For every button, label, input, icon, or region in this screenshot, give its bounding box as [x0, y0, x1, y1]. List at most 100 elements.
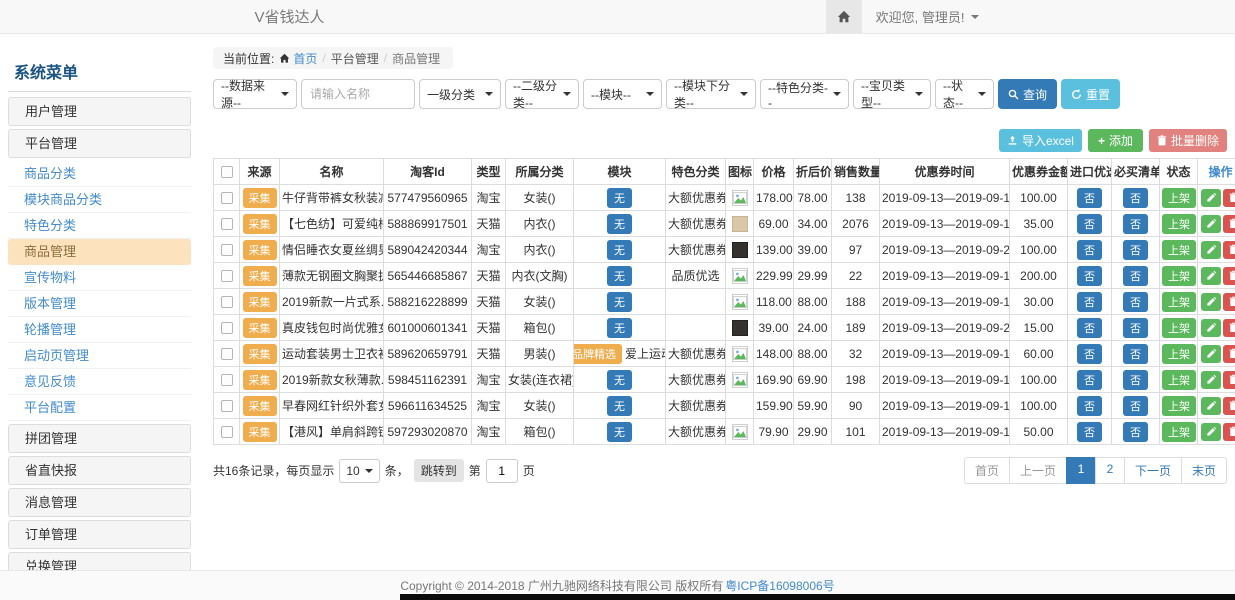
edit-button[interactable] [1201, 319, 1221, 337]
user-menu[interactable]: 欢迎您, 管理员! [862, 0, 993, 33]
filter-select[interactable]: --数据来源-- [213, 79, 297, 109]
must-buy-toggle[interactable]: 否 [1123, 188, 1148, 208]
select-all-checkbox[interactable] [221, 166, 233, 178]
must-buy-toggle[interactable]: 否 [1123, 292, 1148, 312]
query-button[interactable]: 查询 [998, 79, 1057, 109]
import-select-toggle[interactable]: 否 [1077, 370, 1102, 390]
must-buy-toggle[interactable]: 否 [1123, 344, 1148, 364]
filter-select[interactable]: --模块下分类-- [666, 79, 756, 109]
breadcrumb-home-link[interactable]: 首页 [279, 50, 317, 67]
delete-button[interactable] [1223, 241, 1235, 259]
icp-link[interactable]: 粤ICP备16098006号 [725, 577, 834, 594]
edit-button[interactable] [1201, 215, 1221, 233]
delete-button[interactable] [1223, 397, 1235, 415]
edit-button[interactable] [1201, 423, 1221, 441]
status-button[interactable]: 上架 [1162, 266, 1196, 286]
status-button[interactable]: 上架 [1162, 214, 1196, 234]
must-buy-toggle[interactable]: 否 [1123, 214, 1148, 234]
row-checkbox[interactable] [221, 400, 233, 412]
import-excel-button[interactable]: 导入excel [999, 129, 1082, 152]
must-buy-toggle[interactable]: 否 [1123, 422, 1148, 442]
edit-button[interactable] [1201, 371, 1221, 389]
row-checkbox[interactable] [221, 426, 233, 438]
status-button[interactable]: 上架 [1162, 240, 1196, 260]
status-button[interactable]: 上架 [1162, 188, 1196, 208]
must-buy-toggle[interactable]: 否 [1123, 266, 1148, 286]
page-button[interactable]: 1 [1066, 457, 1096, 484]
sidebar-subitem[interactable]: 平台配置 [8, 395, 191, 421]
sidebar-section[interactable]: 省直快报 [8, 456, 191, 485]
filter-select[interactable]: --状态-- [935, 79, 994, 109]
row-checkbox[interactable] [221, 348, 233, 360]
must-buy-toggle[interactable]: 否 [1123, 318, 1148, 338]
filter-select[interactable]: --二级分类-- [505, 79, 579, 109]
name-search-input[interactable] [301, 79, 415, 109]
filter-select[interactable]: --宝贝类型-- [853, 79, 931, 109]
sidebar-section[interactable]: 消息管理 [8, 488, 191, 517]
sidebar-subitem[interactable]: 启动页管理 [8, 343, 191, 369]
row-checkbox[interactable] [221, 322, 233, 334]
import-select-toggle[interactable]: 否 [1077, 318, 1102, 338]
status-button[interactable]: 上架 [1162, 292, 1196, 312]
edit-button[interactable] [1201, 189, 1221, 207]
delete-button[interactable] [1223, 423, 1235, 441]
import-select-toggle[interactable]: 否 [1077, 266, 1102, 286]
status-button[interactable]: 上架 [1162, 318, 1196, 338]
import-select-toggle[interactable]: 否 [1077, 188, 1102, 208]
import-select-toggle[interactable]: 否 [1077, 292, 1102, 312]
sidebar-section[interactable]: 订单管理 [8, 520, 191, 549]
delete-button[interactable] [1223, 189, 1235, 207]
delete-button[interactable] [1223, 293, 1235, 311]
delete-button[interactable] [1223, 371, 1235, 389]
jump-page-input[interactable] [486, 459, 518, 483]
status-button[interactable]: 上架 [1162, 396, 1196, 416]
page-button[interactable]: 2 [1095, 457, 1125, 484]
row-checkbox[interactable] [221, 374, 233, 386]
row-checkbox[interactable] [221, 192, 233, 204]
page-button[interactable]: 下一页 [1124, 457, 1182, 484]
sidebar-subitem[interactable]: 意见反馈 [8, 369, 191, 395]
import-select-toggle[interactable]: 否 [1077, 396, 1102, 416]
home-nav-button[interactable] [826, 0, 862, 33]
edit-button[interactable] [1201, 397, 1221, 415]
edit-button[interactable] [1201, 267, 1221, 285]
sidebar-section[interactable]: 兑换管理 [8, 552, 191, 570]
page-button[interactable]: 末页 [1181, 457, 1227, 484]
row-checkbox[interactable] [221, 270, 233, 282]
must-buy-toggle[interactable]: 否 [1123, 240, 1148, 260]
sidebar-subitem[interactable]: 特色分类 [8, 213, 191, 239]
sidebar-section-users[interactable]: 用户管理 [8, 97, 191, 126]
delete-button[interactable] [1223, 267, 1235, 285]
sidebar-section[interactable]: 拼团管理 [8, 424, 191, 453]
import-select-toggle[interactable]: 否 [1077, 240, 1102, 260]
row-checkbox[interactable] [221, 296, 233, 308]
import-select-toggle[interactable]: 否 [1077, 422, 1102, 442]
must-buy-toggle[interactable]: 否 [1123, 396, 1148, 416]
jump-to-button[interactable]: 跳转到 [414, 459, 464, 482]
delete-button[interactable] [1223, 215, 1235, 233]
delete-button[interactable] [1223, 345, 1235, 363]
filter-select[interactable]: --模块-- [583, 79, 662, 109]
sidebar-subitem[interactable]: 版本管理 [8, 291, 191, 317]
edit-button[interactable] [1201, 293, 1221, 311]
filter-select[interactable]: 一级分类 [419, 79, 501, 109]
reset-button[interactable]: 重置 [1061, 79, 1120, 109]
import-select-toggle[interactable]: 否 [1077, 214, 1102, 234]
batch-delete-button[interactable]: 批量删除 [1149, 129, 1227, 152]
delete-button[interactable] [1223, 319, 1235, 337]
sidebar-subitem[interactable]: 商品分类 [8, 161, 191, 187]
status-button[interactable]: 上架 [1162, 344, 1196, 364]
add-button[interactable]: + 添加 [1088, 129, 1143, 152]
sidebar-subitem[interactable]: 宣传物料 [8, 265, 191, 291]
page-button[interactable]: 首页 [964, 457, 1010, 484]
import-select-toggle[interactable]: 否 [1077, 344, 1102, 364]
status-button[interactable]: 上架 [1162, 422, 1196, 442]
row-checkbox[interactable] [221, 218, 233, 230]
status-button[interactable]: 上架 [1162, 370, 1196, 390]
edit-button[interactable] [1201, 345, 1221, 363]
per-page-select[interactable]: 10 [339, 459, 379, 483]
sidebar-section-platform[interactable]: 平台管理 [8, 129, 191, 158]
row-checkbox[interactable] [221, 244, 233, 256]
must-buy-toggle[interactable]: 否 [1123, 370, 1148, 390]
sidebar-subitem[interactable]: 商品管理 [8, 239, 191, 265]
